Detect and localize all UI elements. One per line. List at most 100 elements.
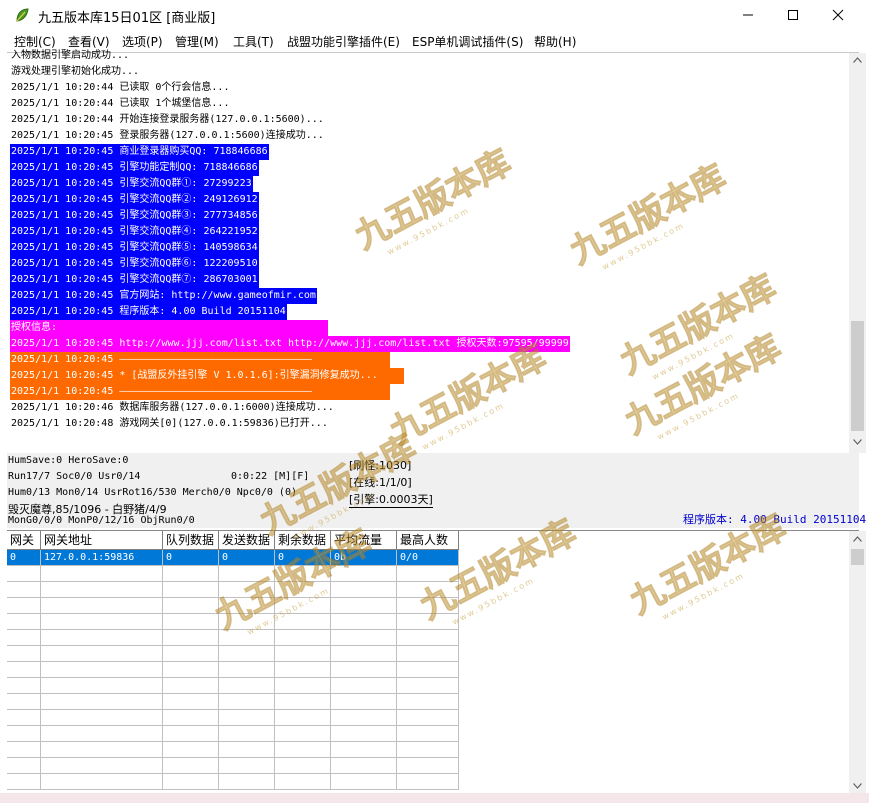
gateway-grid[interactable]: 网关 网关地址 队列数据 发送数据 剩余数据 平均流量 最高人数 0 127.0.0.1:59… [7,530,866,794]
log-line: 2025/1/1 10:20:45 引擎交流QQ群⑥: 122209510 [10,256,259,272]
log-line: 2025/1/1 10:20:45 ——————————————————————… [10,352,390,368]
grid-scroll-up-icon[interactable] [853,536,862,542]
table-cell [219,726,275,742]
table-cell [397,566,459,582]
table-cell [7,774,41,790]
status-run: Run17/7 Soc0/0 Usr0/14 [8,471,141,482]
table-cell [397,662,459,678]
table-cell [219,646,275,662]
table-cell [331,710,397,726]
table-cell [397,582,459,598]
menu-esp-debug-plugin[interactable]: ESP单机调试插件(S) [412,33,523,50]
table-cell [397,774,459,790]
monster-refresh-label: [刷怪:1030] [349,459,412,472]
table-cell [331,646,397,662]
table-row[interactable] [7,774,459,790]
log-line: 2025/1/1 10:20:45 登录服务器(127.0.0.1:5600)连… [11,130,324,141]
table-cell [219,742,275,758]
engine-time-label: [引擎:0.0003天] [349,493,433,508]
table-cell [219,662,275,678]
table-row[interactable] [7,566,459,582]
close-button[interactable] [815,0,861,30]
table-row[interactable] [7,598,459,614]
menu-help[interactable]: 帮助(H) [534,33,576,50]
table-cell: 0 [275,550,331,566]
log-line: 2025/1/1 10:20:45 引擎交流QQ群②: 249126912 [10,192,259,208]
log-scroll-thumb[interactable] [851,321,864,431]
grid-column-header[interactable]: 平均流量 [331,531,397,549]
table-row[interactable] [7,742,459,758]
table-cell [331,582,397,598]
scroll-down-icon[interactable] [853,439,862,445]
table-cell [7,614,41,630]
grid-scrollbar[interactable] [849,531,866,794]
table-cell [7,726,41,742]
table-row[interactable] [7,614,459,630]
table-cell [41,566,163,582]
grid-scroll-down-icon[interactable] [853,783,862,789]
table-cell [275,582,331,598]
table-row[interactable] [7,662,459,678]
minimize-button[interactable] [725,0,771,30]
table-cell [41,678,163,694]
table-row[interactable] [7,646,459,662]
status-save: HumSave:0 HeroSave:0 [8,455,129,466]
grid-column-header[interactable]: 最高人数 [397,531,459,549]
table-cell [397,678,459,694]
table-row[interactable] [7,678,459,694]
menu-manage[interactable]: 管理(M) [175,33,219,50]
grid-column-header[interactable]: 发送数据 [219,531,275,549]
log-line: 2025/1/1 10:20:44 已读取 1个城堡信息... [11,98,230,109]
log-line: 2025/1/1 10:20:45 * [战盟反外挂引擎 V 1.0.1.6]:… [10,368,404,384]
table-row[interactable] [7,758,459,774]
table-cell [219,630,275,646]
table-row[interactable] [7,694,459,710]
table-cell [275,614,331,630]
table-cell [41,630,163,646]
table-cell [397,646,459,662]
maximize-button[interactable] [770,0,816,30]
bottom-strip [0,793,869,803]
log-line: 2025/1/1 10:20:45 引擎交流QQ群③: 277734856 [10,208,259,224]
log-line: 2025/1/1 10:20:45 引擎交流QQ群⑦: 286703001 [10,272,259,288]
table-cell [163,582,219,598]
table-row[interactable] [7,630,459,646]
table-cell [7,646,41,662]
scroll-up-icon[interactable] [853,57,862,63]
table-row[interactable]: 0 127.0.0.1:59836 0 0 0 0b 0/0 [7,550,459,566]
grid-scroll-thumb[interactable] [851,549,864,565]
grid-column-header[interactable]: 剩余数据 [275,531,331,549]
menu-engine-plugin[interactable]: 战盟功能引擎插件(E) [287,33,400,50]
table-cell [219,582,275,598]
grid-column-header[interactable]: 网关地址 [41,531,163,549]
table-row[interactable] [7,582,459,598]
log-line: 2025/1/1 10:20:45 引擎功能定制QQ: 718846686 [10,160,259,176]
table-cell [7,630,41,646]
grid-column-header[interactable]: 队列数据 [163,531,219,549]
table-cell [41,598,163,614]
table-row[interactable] [7,726,459,742]
table-cell [41,774,163,790]
table-cell [163,710,219,726]
grid-column-header[interactable]: 网关 [7,531,41,549]
log-line: 游戏处理引擎初始化成功... [11,66,140,77]
log-scrollbar[interactable] [849,53,866,453]
table-cell [331,726,397,742]
log-line: 2025/1/1 10:20:45 引擎交流QQ群①: 27299223 [10,176,253,192]
table-cell [397,694,459,710]
table-cell [275,710,331,726]
log-line: 2025/1/1 10:20:46 数据库服务器(127.0.0.1:6000)… [11,402,334,413]
log-line: 2025/1/1 10:20:45 ——————————————————————… [10,384,390,400]
status-hum: Hum0/13 Mon0/14 UsrRot16/530 Merch0/0 Np… [8,487,297,498]
table-row[interactable] [7,710,459,726]
table-cell: 0 [7,550,41,566]
table-cell [41,646,163,662]
table-cell [275,694,331,710]
menu-tools[interactable]: 工具(T) [233,33,274,50]
log-line: 2025/1/1 10:20:44 已读取 0个行会信息... [11,82,230,93]
log-pane[interactable]: 入物数据引擎启动成功... 游戏处理引擎初始化成功... 2025/1/1 10:2… [7,50,866,453]
table-cell [7,598,41,614]
table-cell [41,614,163,630]
table-cell [7,678,41,694]
table-cell [163,646,219,662]
